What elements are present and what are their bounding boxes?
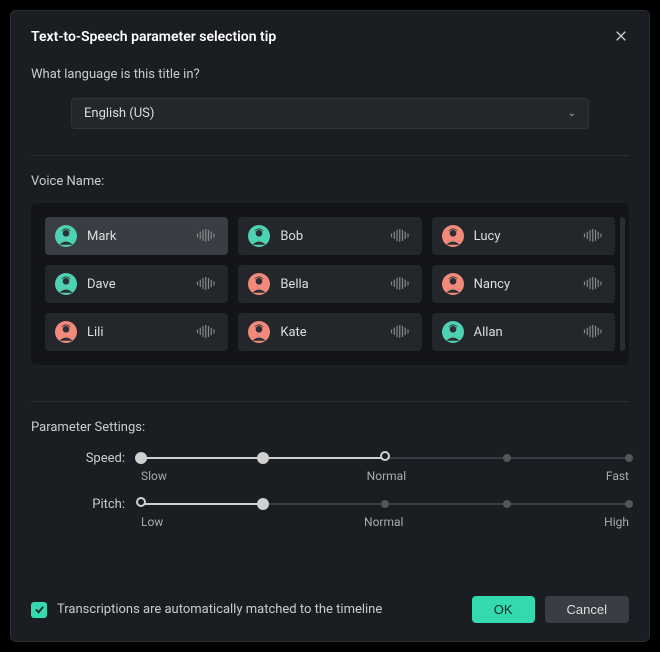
cancel-button[interactable]: Cancel [545,596,629,623]
pitch-mid-label: Normal [364,515,403,529]
pitch-slider-knob[interactable] [257,498,269,510]
voice-item[interactable]: Nancy [432,265,615,303]
voice-section-label: Voice Name: [31,174,629,189]
waveform-icon[interactable] [583,325,605,339]
speed-legend: Slow Normal Fast [141,469,629,483]
pitch-slider-tick [625,500,633,508]
voice-name-label: Dave [87,277,196,292]
avatar-icon [442,273,464,295]
pitch-label: Pitch: [31,497,141,512]
waveform-icon[interactable] [390,229,412,243]
speed-slider-mid-knob[interactable] [257,452,269,464]
speed-mid-label: Normal [367,469,406,483]
speed-slider-start-knob[interactable] [135,452,147,464]
avatar-icon [442,321,464,343]
pitch-min-label: Low [141,515,163,529]
close-button[interactable] [613,29,629,45]
avatar-icon [55,225,77,247]
voice-item[interactable]: Dave [45,265,228,303]
language-question: What language is this title in? [31,67,629,82]
voice-item[interactable]: Mark [45,217,228,255]
voice-item[interactable]: Bob [238,217,421,255]
pitch-slider-tick [503,500,511,508]
pitch-max-label: High [604,515,629,529]
voice-name-label: Bob [280,229,389,244]
voice-name-label: Allan [474,325,583,340]
avatar-icon [55,273,77,295]
speed-label: Speed: [31,451,141,466]
chevron-down-icon: ⌄ [568,108,576,119]
pitch-slider-tick [381,500,389,508]
language-selected-value: English (US) [84,106,154,121]
waveform-icon[interactable] [583,277,605,291]
avatar-icon [248,273,270,295]
avatar-icon [442,225,464,247]
speed-slider-wrap: Slow Normal Fast [141,451,629,483]
check-icon [34,604,45,615]
dialog-footer: Transcriptions are automatically matched… [31,596,629,623]
pitch-slider-fill [141,503,263,505]
waveform-icon[interactable] [196,325,218,339]
voice-name-label: Nancy [474,277,583,292]
pitch-slider-start-knob[interactable] [136,497,146,507]
voice-name-label: Lili [87,325,196,340]
voices-panel: Mark Bob Lucy [31,203,629,365]
voice-name-label: Lucy [474,229,583,244]
avatar-icon [248,321,270,343]
speed-slider[interactable] [141,457,629,459]
voice-item[interactable]: Allan [432,313,615,351]
speed-max-label: Fast [606,469,629,483]
voice-item[interactable]: Bella [238,265,421,303]
avatar-icon [248,225,270,247]
parameter-settings-label: Parameter Settings: [31,420,629,435]
voice-item[interactable]: Lucy [432,217,615,255]
avatar-icon [55,321,77,343]
waveform-icon[interactable] [196,277,218,291]
dialog-header: Text-to-Speech parameter selection tip [31,29,629,45]
language-select-wrap: English (US) ⌄ [71,98,589,129]
waveform-icon[interactable] [390,325,412,339]
voice-name-label: Bella [280,277,389,292]
waveform-icon[interactable] [196,229,218,243]
voice-name-label: Kate [280,325,389,340]
speed-slider-tick [625,454,633,462]
transcriptions-label: Transcriptions are automatically matched… [57,602,462,617]
tts-dialog: Text-to-Speech parameter selection tip W… [10,10,650,642]
divider [31,155,629,156]
voices-scrollbar[interactable] [620,217,625,351]
voice-name-label: Mark [87,229,196,244]
waveform-icon[interactable] [390,277,412,291]
speed-row: Speed: Slow Normal Fast [31,451,629,483]
transcriptions-checkbox[interactable] [31,602,47,618]
pitch-slider[interactable] [141,503,629,505]
voice-item[interactable]: Kate [238,313,421,351]
language-select[interactable]: English (US) ⌄ [71,98,589,129]
speed-min-label: Slow [141,469,167,483]
pitch-row: Pitch: Low Normal High [31,497,629,529]
dialog-title: Text-to-Speech parameter selection tip [31,29,276,45]
voice-item[interactable]: Lili [45,313,228,351]
pitch-legend: Low Normal High [141,515,629,529]
pitch-slider-wrap: Low Normal High [141,497,629,529]
close-icon [614,29,628,43]
ok-button[interactable]: OK [472,596,535,623]
waveform-icon[interactable] [583,229,605,243]
speed-slider-tick [503,454,511,462]
speed-slider-knob[interactable] [380,451,390,461]
divider [31,401,629,402]
